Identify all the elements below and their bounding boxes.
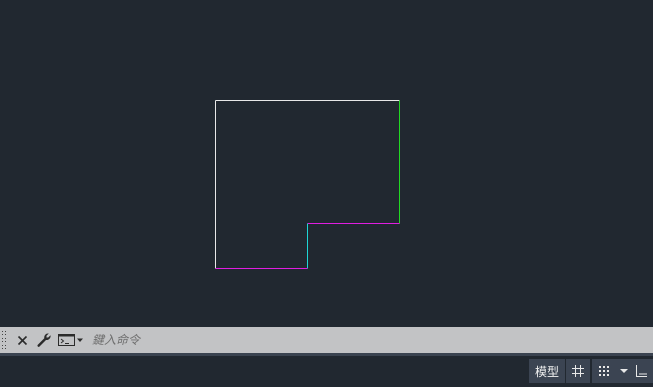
status-bar-ortho <box>629 359 653 383</box>
drawing-canvas[interactable] <box>0 0 653 327</box>
command-prompt-icon[interactable] <box>58 329 90 351</box>
command-input[interactable] <box>90 330 653 350</box>
ortho-icon[interactable] <box>629 359 653 383</box>
status-bar-toggles: 模型 <box>529 359 633 383</box>
snap-dots-icon[interactable] <box>592 359 617 383</box>
drawing-viewport[interactable] <box>0 0 653 327</box>
close-icon[interactable] <box>12 329 32 351</box>
drag-handle-icon[interactable] <box>2 331 8 349</box>
grid-icon[interactable] <box>566 359 591 383</box>
status-bar: 模型 <box>0 356 653 387</box>
command-line-bar <box>0 327 653 353</box>
model-space-tab[interactable]: 模型 <box>529 359 567 383</box>
model-space-label: 模型 <box>535 364 560 379</box>
wrench-icon[interactable] <box>34 329 54 351</box>
